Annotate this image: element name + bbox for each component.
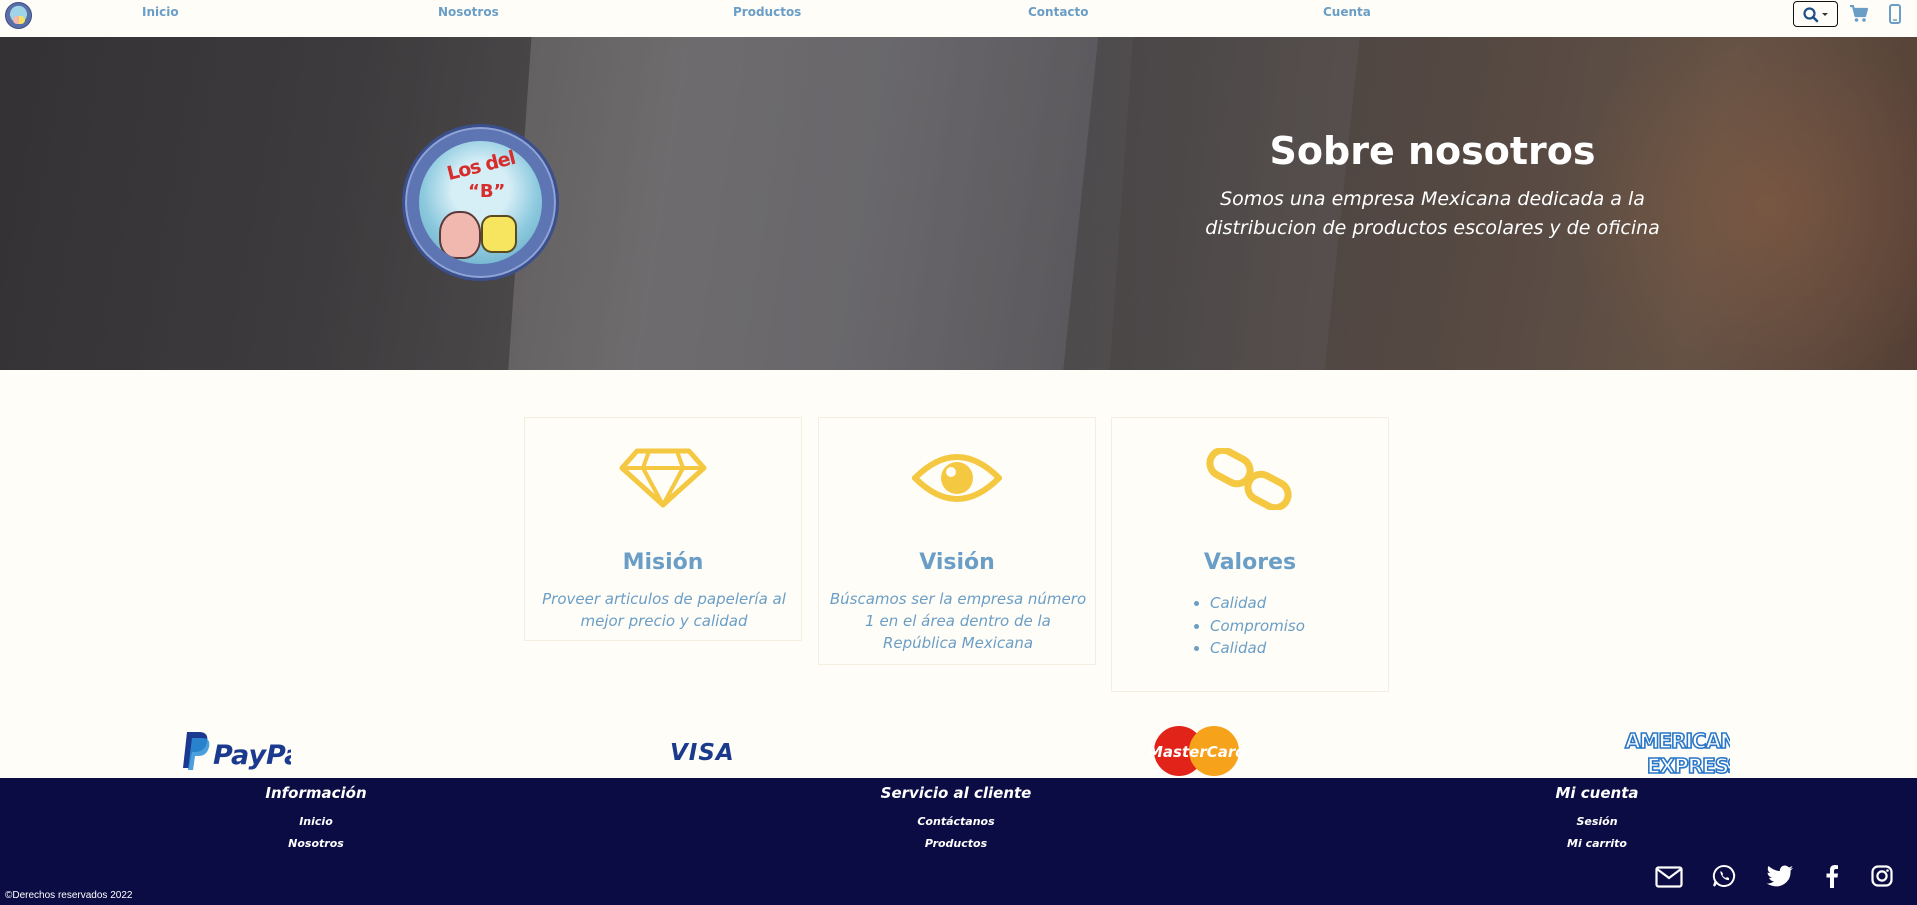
paypal-logo: PayPal <box>183 730 312 776</box>
svg-text:VISA: VISA <box>670 740 735 764</box>
navbar: Inicio Nosotros Productos Contacto Cuent… <box>0 0 1917 37</box>
mail-icon[interactable] <box>1655 866 1683 888</box>
twitter-icon[interactable] <box>1766 865 1794 887</box>
eye-icon <box>912 454 1002 502</box>
whatsapp-icon[interactable] <box>1712 864 1736 888</box>
svg-text:PayPal: PayPal <box>213 740 291 771</box>
mision-title: Misión <box>622 550 704 575</box>
svg-text:AMERICAN: AMERICAN <box>1625 729 1730 753</box>
page-title: Sobre nosotros <box>1269 129 1596 173</box>
valores-card: Valores Calidad Compromiso Calidad <box>1111 417 1389 692</box>
nav-link-contacto[interactable]: Contacto <box>1028 5 1089 19</box>
nav-link-inicio[interactable]: Inicio <box>142 5 179 19</box>
search-icon <box>1803 7 1828 23</box>
instagram-icon[interactable] <box>1871 865 1893 887</box>
valores-list: Calidad Compromiso Calidad <box>1210 592 1305 660</box>
facebook-icon[interactable] <box>1825 864 1839 888</box>
mision-text: Proveer articulos de papelería al mejor … <box>542 590 786 630</box>
mobile-icon[interactable] <box>1889 4 1901 24</box>
caret-down-icon <box>1822 13 1828 16</box>
footer-account-title: Mi cuenta <box>1555 784 1639 802</box>
footer-info-title: Información <box>265 784 367 802</box>
search-toggle-button[interactable] <box>1793 1 1838 27</box>
footer-link-inicio[interactable]: Inicio <box>218 815 414 828</box>
footer-service-title: Servicio al cliente <box>880 784 1032 802</box>
mision-card: Misión Proveer articulos de papelería al… <box>524 417 802 641</box>
nav-link-cuenta[interactable]: Cuenta <box>1323 5 1371 19</box>
vision-text: Búscamos ser la empresa número 1 en el á… <box>829 590 1087 652</box>
hero-logo: Los del “B” <box>402 124 559 281</box>
valores-title: Valores <box>1203 550 1297 575</box>
footer-link-nosotros[interactable]: Nosotros <box>218 837 414 850</box>
spongebob-character <box>481 215 517 253</box>
vision-card: Visión Búscamos ser la empresa número 1 … <box>818 417 1096 665</box>
cart-icon[interactable] <box>1849 5 1869 23</box>
hero-logo-subtitle: “B” <box>468 181 506 202</box>
link-icon <box>1206 448 1292 510</box>
nav-link-productos[interactable]: Productos <box>733 5 801 19</box>
visa-logo: VISA <box>668 740 768 768</box>
copyright: ©Derechos reservados 2022 <box>5 890 133 901</box>
footer-link-sesion[interactable]: Sesión <box>1497 815 1697 828</box>
hero-description: Somos una empresa Mexicana dedicada a la… <box>1205 188 1660 239</box>
footer-link-contactanos[interactable]: Contáctanos <box>846 815 1066 828</box>
nav-link-nosotros[interactable]: Nosotros <box>438 5 499 19</box>
svg-text:EXPRESS: EXPRESS <box>1647 754 1730 778</box>
hero-logo-porthole: Los del “B” <box>419 141 542 264</box>
footer-link-mi-carrito[interactable]: Mi carrito <box>1497 837 1697 850</box>
valores-item: Compromiso <box>1210 615 1305 638</box>
footer-link-productos[interactable]: Productos <box>846 837 1066 850</box>
mastercard-logo: MasterCard <box>1147 725 1247 781</box>
patrick-character <box>439 211 481 259</box>
footer: Información Inicio Nosotros Servicio al … <box>0 778 1917 905</box>
american-express-logo: AMERICAN EXPRESS <box>1624 726 1742 782</box>
valores-item: Calidad <box>1210 592 1305 615</box>
site-logo[interactable] <box>5 2 32 29</box>
vision-title: Visión <box>919 550 995 575</box>
diamond-icon <box>619 448 707 508</box>
svg-text:MasterCard: MasterCard <box>1148 743 1246 761</box>
hero-banner: Los del “B” Sobre nosotros Somos una emp… <box>0 37 1917 370</box>
payment-methods: PayPal VISA MasterCard AMERICAN EXPRESS <box>0 718 1917 781</box>
valores-item: Calidad <box>1210 637 1305 660</box>
